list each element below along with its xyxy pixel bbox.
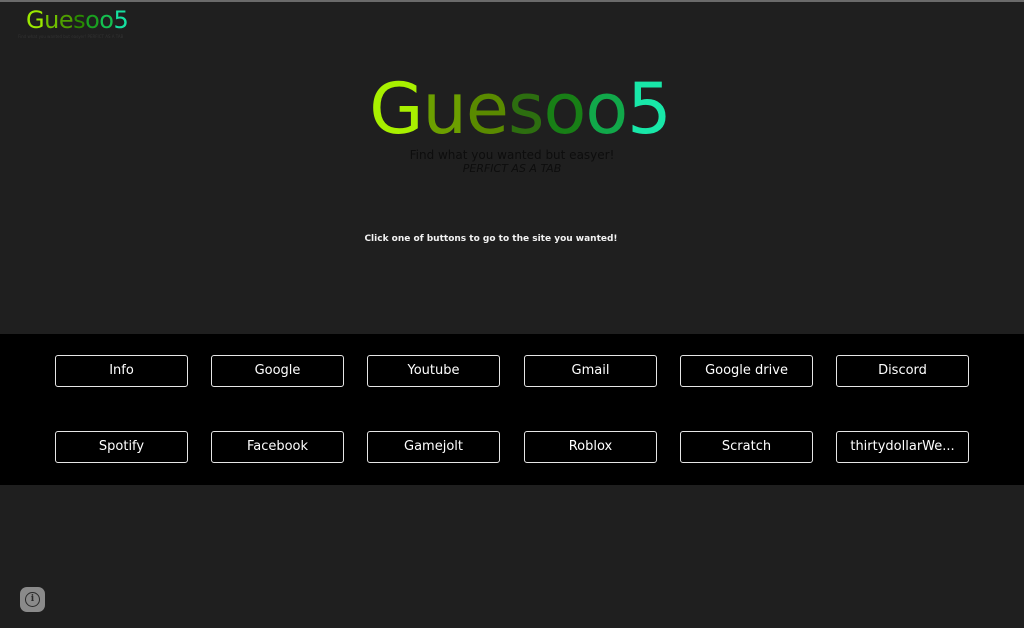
mini-logo-letter: G <box>26 6 45 34</box>
mini-logo-letter: u <box>44 6 59 34</box>
spotify-button[interactable]: Spotify <box>55 431 188 463</box>
google-button[interactable]: Google <box>211 355 344 387</box>
hero-logo-letter: 5 <box>627 68 672 150</box>
hero-logo-letter: G <box>369 68 423 150</box>
hero-logo-word: Guesoo5 <box>369 66 672 152</box>
hero-tagline-secondary: PERFICT AS A TAB <box>462 162 562 175</box>
gmail-button[interactable]: Gmail <box>524 355 657 387</box>
info-floating-button[interactable]: i <box>20 587 45 612</box>
page: Guesoo5 Find what you wanted but easyer!… <box>0 0 1024 628</box>
info-button[interactable]: Info <box>55 355 188 387</box>
roblox-button[interactable]: Roblox <box>524 431 657 463</box>
hero-tagline: Find what you wanted but easyer! <box>409 148 615 162</box>
hero-logo: Guesoo5 Find what you wanted but easyer!… <box>0 66 1024 176</box>
instruction-text: Click one of buttons to go to the site y… <box>364 234 618 244</box>
hero-logo-letter: e <box>465 68 509 150</box>
mini-logo-letter: e <box>58 6 74 34</box>
hero-logo-letter: o <box>585 68 628 150</box>
mini-logo-letter: o <box>85 6 100 34</box>
mini-logo-word: Guesoo5 <box>26 6 136 34</box>
youtube-button[interactable]: Youtube <box>367 355 500 387</box>
mini-logo-letter: o <box>99 6 114 34</box>
mini-logo-letter: 5 <box>113 6 129 34</box>
mini-logo-subtext: Find what you wanted but easyer! PERFICT… <box>18 34 124 39</box>
thirtydollar-button[interactable]: thirtydollarWe... <box>836 431 969 463</box>
facebook-button[interactable]: Facebook <box>211 431 344 463</box>
hero-logo-letter: o <box>543 68 586 150</box>
discord-button[interactable]: Discord <box>836 355 969 387</box>
scratch-button[interactable]: Scratch <box>680 431 813 463</box>
hero-logo-letter: s <box>508 68 544 150</box>
button-band: Info Google Youtube Gmail Google drive D… <box>0 334 1024 485</box>
mini-logo[interactable]: Guesoo5 Find what you wanted but easyer!… <box>18 6 136 39</box>
mini-logo-letter: s <box>73 6 86 34</box>
info-icon: i <box>25 592 40 607</box>
gamejolt-button[interactable]: Gamejolt <box>367 431 500 463</box>
hero-logo-letter: u <box>422 68 467 150</box>
google-drive-button[interactable]: Google drive <box>680 355 813 387</box>
